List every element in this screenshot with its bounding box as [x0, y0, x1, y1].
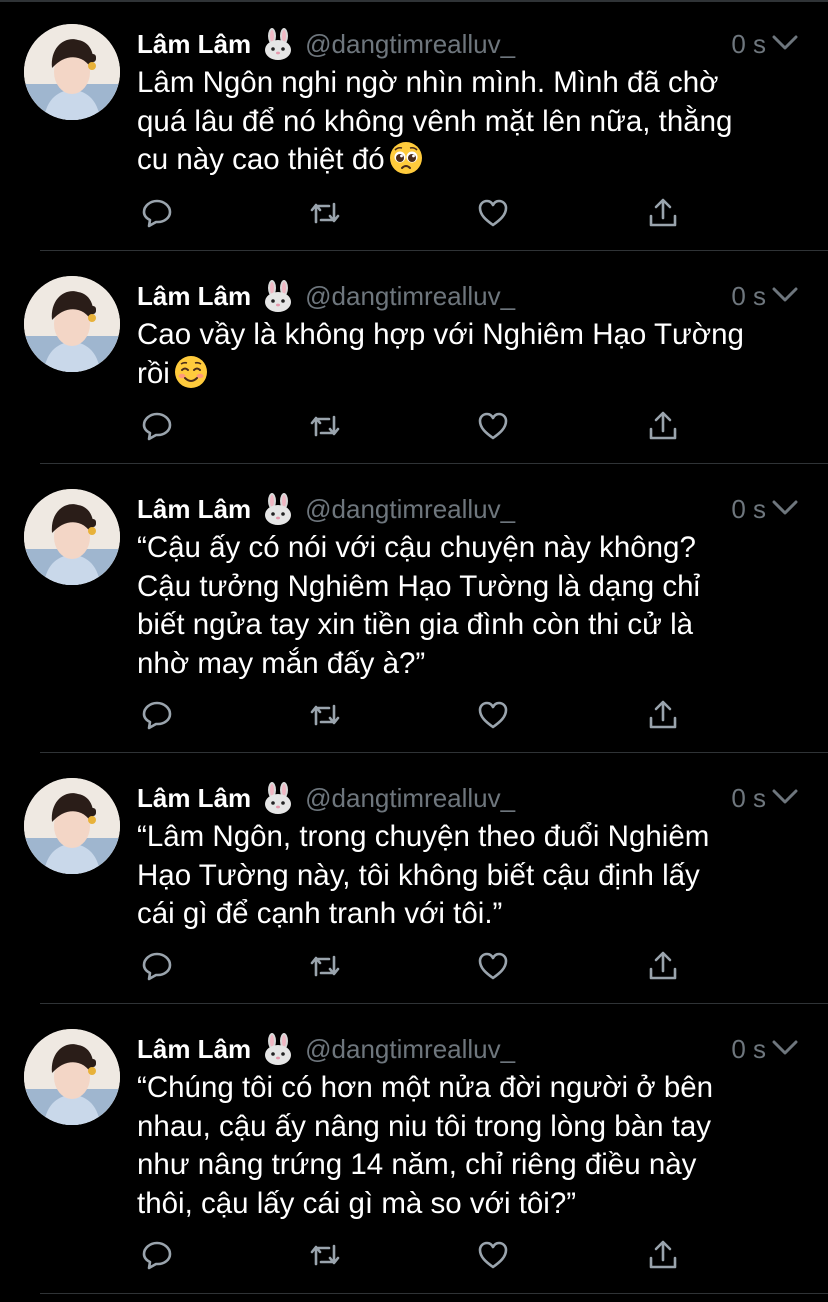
retweet-icon [310, 955, 340, 977]
share-icon [649, 1240, 677, 1269]
chevron-down-icon[interactable] [772, 788, 798, 806]
divider [40, 752, 828, 753]
reply-button[interactable] [137, 193, 177, 233]
tweet[interactable]: Lâm Lâm @dangtimrealluv_ 0 s “Chúng tôi … [0, 1005, 828, 1302]
share-button[interactable] [643, 1235, 683, 1275]
smiling-face-emoji [174, 355, 208, 389]
avatar[interactable] [24, 24, 120, 120]
like-button[interactable] [473, 695, 513, 735]
like-button[interactable] [473, 406, 513, 446]
reply-icon [142, 1241, 172, 1270]
rabbit-face-emoji [263, 493, 293, 525]
display-name[interactable]: Lâm Lâm [137, 281, 251, 312]
retweet-button[interactable] [305, 946, 345, 986]
reply-icon [142, 199, 172, 228]
like-icon [478, 412, 508, 440]
tweet-text: Cao vầy là không hợp với Nghiêm Hạo Tườn… [137, 318, 744, 390]
like-icon [478, 952, 508, 980]
tweet-text: “Chúng tôi có hơn một nửa đời người ở bê… [137, 1071, 714, 1220]
divider [40, 1003, 828, 1004]
retweet-icon [310, 704, 340, 726]
avatar-image [24, 489, 120, 585]
like-button[interactable] [473, 193, 513, 233]
display-name[interactable]: Lâm Lâm [137, 1034, 251, 1065]
handle[interactable]: @dangtimrealluv_ [305, 281, 515, 312]
share-button[interactable] [643, 406, 683, 446]
share-icon [649, 700, 677, 729]
rabbit-face-emoji [263, 28, 293, 60]
rabbit-face-emoji [263, 782, 293, 814]
avatar[interactable] [24, 276, 120, 372]
reply-button[interactable] [137, 946, 177, 986]
timestamp[interactable]: 0 s [731, 24, 766, 64]
retweet-icon [310, 415, 340, 437]
tweet[interactable]: Lâm Lâm @dangtimrealluv_ 0 s Lâm Ngôn ng… [0, 0, 828, 252]
chevron-down-icon[interactable] [772, 286, 798, 304]
avatar-image [24, 778, 120, 874]
like-icon [478, 1241, 508, 1269]
reply-icon [142, 412, 172, 441]
tweet-text: “Cậu ấy có nói với cậu chuyện này không?… [137, 531, 701, 680]
retweet-icon [310, 202, 340, 224]
timestamp[interactable]: 0 s [731, 276, 766, 316]
avatar[interactable] [24, 778, 120, 874]
like-icon [478, 199, 508, 227]
handle[interactable]: @dangtimrealluv_ [305, 494, 515, 525]
reply-button[interactable] [137, 695, 177, 735]
chevron-down-icon[interactable] [772, 499, 798, 517]
like-button[interactable] [473, 946, 513, 986]
display-name[interactable]: Lâm Lâm [137, 29, 251, 60]
reply-icon [142, 952, 172, 981]
tweet-text: “Lâm Ngôn, trong chuyện theo đuổi Nghiêm… [137, 820, 710, 930]
share-button[interactable] [643, 695, 683, 735]
timestamp[interactable]: 0 s [731, 1029, 766, 1069]
reply-icon [142, 701, 172, 730]
avatar-image [24, 24, 120, 120]
display-name[interactable]: Lâm Lâm [137, 783, 251, 814]
retweet-button[interactable] [305, 695, 345, 735]
reply-button[interactable] [137, 1235, 177, 1275]
handle[interactable]: @dangtimrealluv_ [305, 29, 515, 60]
handle[interactable]: @dangtimrealluv_ [305, 1034, 515, 1065]
retweet-button[interactable] [305, 193, 345, 233]
timestamp[interactable]: 0 s [731, 489, 766, 529]
timestamp[interactable]: 0 s [731, 778, 766, 818]
like-button[interactable] [473, 1235, 513, 1275]
avatar-image [24, 276, 120, 372]
like-icon [478, 701, 508, 729]
chevron-down-icon[interactable] [772, 34, 798, 52]
tweet[interactable]: Lâm Lâm @dangtimrealluv_ 0 s Cao vầy là … [0, 252, 828, 464]
rabbit-face-emoji [263, 1033, 293, 1065]
tweet[interactable]: Lâm Lâm @dangtimrealluv_ 0 s “Cậu ấy có … [0, 465, 828, 753]
avatar[interactable] [24, 1029, 120, 1125]
divider [40, 463, 828, 464]
rabbit-face-emoji [263, 280, 293, 312]
divider [40, 250, 828, 251]
pleading-face-emoji [389, 141, 423, 175]
share-button[interactable] [643, 946, 683, 986]
share-icon [649, 411, 677, 440]
display-name[interactable]: Lâm Lâm [137, 494, 251, 525]
avatar-image [24, 1029, 120, 1125]
chevron-down-icon[interactable] [772, 1039, 798, 1057]
retweet-button[interactable] [305, 1235, 345, 1275]
retweet-icon [310, 1244, 340, 1266]
avatar[interactable] [24, 489, 120, 585]
divider [40, 1293, 828, 1294]
retweet-button[interactable] [305, 406, 345, 446]
handle[interactable]: @dangtimrealluv_ [305, 783, 515, 814]
share-icon [649, 951, 677, 980]
tweet[interactable]: Lâm Lâm @dangtimrealluv_ 0 s “Lâm Ngôn, … [0, 754, 828, 1004]
share-button[interactable] [643, 193, 683, 233]
share-icon [649, 198, 677, 227]
reply-button[interactable] [137, 406, 177, 446]
tweet-text: Lâm Ngôn nghi ngờ nhìn mình. Mình đã chờ… [137, 66, 733, 176]
